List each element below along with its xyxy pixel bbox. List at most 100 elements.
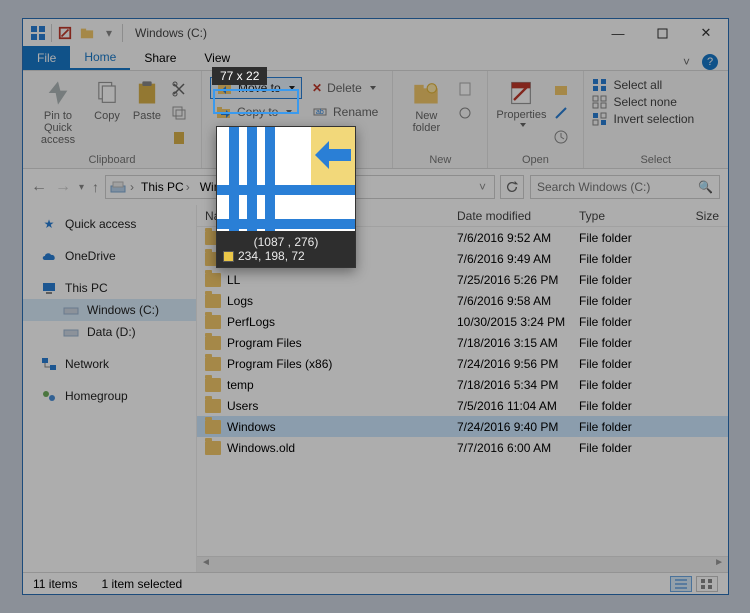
table-row[interactable]: PerfLogs10/30/2015 3:24 PMFile folder bbox=[197, 311, 728, 332]
rename-label: Rename bbox=[333, 105, 378, 119]
rename-button[interactable]: ab Rename bbox=[306, 101, 384, 123]
tab-file[interactable]: File bbox=[23, 46, 70, 70]
file-date: 7/6/2016 9:58 AM bbox=[457, 294, 579, 308]
icons-view-button[interactable] bbox=[696, 576, 718, 592]
sidebar-item-homegroup[interactable]: Homegroup bbox=[23, 385, 196, 407]
pin-to-quick-access-button[interactable]: Pin to Quick access bbox=[31, 75, 85, 152]
file-date: 7/6/2016 9:49 AM bbox=[457, 252, 579, 266]
file-date: 7/5/2016 11:04 AM bbox=[457, 399, 579, 413]
forward-button[interactable]: → bbox=[55, 178, 71, 196]
homegroup-icon bbox=[41, 388, 57, 404]
ribbon-group-open: Properties Open bbox=[487, 71, 582, 168]
ribbon-tabs: File Home Share View ˅ ? bbox=[23, 47, 728, 71]
help-button[interactable]: ? bbox=[702, 54, 718, 70]
up-button[interactable]: ↑ bbox=[92, 179, 99, 195]
folder-icon[interactable] bbox=[78, 24, 96, 42]
search-input[interactable] bbox=[537, 180, 698, 194]
folder-icon bbox=[205, 315, 221, 329]
table-row[interactable]: Windows7/24/2016 9:40 PMFile folder bbox=[197, 416, 728, 437]
sidebar-item-this-pc[interactable]: This PC bbox=[23, 277, 196, 299]
table-row[interactable]: Logs7/6/2016 9:58 AMFile folder bbox=[197, 290, 728, 311]
easy-access-icon[interactable] bbox=[455, 103, 475, 123]
inspector-rgb: 234, 198, 72 bbox=[238, 249, 305, 263]
qat-divider-2 bbox=[122, 24, 123, 42]
table-row[interactable]: Program Files7/18/2016 3:15 AMFile folde… bbox=[197, 332, 728, 353]
table-row[interactable]: temp7/18/2016 5:34 PMFile folder bbox=[197, 374, 728, 395]
explorer-icon bbox=[29, 24, 47, 42]
file-date: 7/18/2016 3:15 AM bbox=[457, 336, 579, 350]
qat-menu-caret[interactable]: ▾ bbox=[100, 24, 118, 42]
inspector-dimension-label: 77 x 22 bbox=[212, 67, 267, 85]
address-dropdown-button[interactable]: ˅ bbox=[479, 180, 490, 194]
window-title: Windows (C:) bbox=[129, 26, 207, 40]
new-folder-button[interactable]: New folder bbox=[401, 75, 451, 152]
properties-icon[interactable] bbox=[56, 24, 74, 42]
file-type: File folder bbox=[579, 315, 675, 329]
copy-to-label: Copy to bbox=[237, 105, 278, 119]
history-icon[interactable] bbox=[551, 127, 571, 147]
edit-icon[interactable] bbox=[551, 103, 571, 123]
delete-button[interactable]: ✕ Delete bbox=[306, 77, 384, 99]
file-type: File folder bbox=[579, 231, 675, 245]
details-view-button[interactable] bbox=[670, 576, 692, 592]
new-group-label: New bbox=[401, 152, 479, 166]
collapse-ribbon-button[interactable]: ˅ bbox=[683, 55, 690, 69]
minimize-button[interactable]: — bbox=[596, 19, 640, 47]
qat-divider bbox=[51, 24, 52, 42]
new-item-icon[interactable] bbox=[455, 79, 475, 99]
file-type: File folder bbox=[579, 252, 675, 266]
file-name: Users bbox=[227, 399, 258, 413]
crumb-this-pc[interactable]: This PC › bbox=[138, 180, 193, 194]
column-size[interactable]: Size bbox=[675, 205, 725, 226]
drive-icon bbox=[63, 324, 79, 340]
close-button[interactable]: ✕ bbox=[684, 19, 728, 47]
table-row[interactable]: Windows.old7/7/2016 6:00 AMFile folder bbox=[197, 437, 728, 458]
sidebar-item-d-drive[interactable]: Data (D:) bbox=[23, 321, 196, 343]
maximize-button[interactable] bbox=[640, 19, 684, 47]
sidebar-item-quick-access[interactable]: ★ Quick access bbox=[23, 213, 196, 235]
status-selection: 1 item selected bbox=[101, 577, 182, 591]
refresh-button[interactable] bbox=[500, 175, 524, 199]
tab-share[interactable]: Share bbox=[130, 46, 190, 70]
table-row[interactable]: Users7/5/2016 11:04 AMFile folder bbox=[197, 395, 728, 416]
open-icon[interactable] bbox=[551, 79, 571, 99]
file-date: 7/24/2016 9:40 PM bbox=[457, 420, 579, 434]
copy-button[interactable]: Copy bbox=[89, 75, 125, 152]
sidebar-item-network[interactable]: Network bbox=[23, 353, 196, 375]
column-type[interactable]: Type bbox=[579, 205, 675, 226]
paste-shortcut-icon[interactable] bbox=[169, 127, 189, 147]
ribbon-group-select: Select all Select none Invert selection … bbox=[583, 71, 729, 168]
copy-path-icon[interactable] bbox=[169, 103, 189, 123]
column-date[interactable]: Date modified bbox=[457, 205, 579, 226]
file-type: File folder bbox=[579, 336, 675, 350]
file-name: LL bbox=[227, 273, 240, 287]
inspector-coords: (1087 , 276) bbox=[223, 235, 349, 249]
tab-home[interactable]: Home bbox=[70, 46, 130, 70]
folder-icon bbox=[205, 336, 221, 350]
search-box[interactable]: 🔍 bbox=[530, 175, 720, 199]
sidebar-item-c-drive[interactable]: Windows (C:) bbox=[23, 299, 196, 321]
copy-to-button[interactable]: Copy to bbox=[210, 101, 302, 123]
invert-selection-button[interactable]: Invert selection bbox=[592, 112, 695, 126]
select-none-button[interactable]: Select none bbox=[592, 95, 695, 109]
delete-label: Delete bbox=[327, 81, 362, 95]
file-name: temp bbox=[227, 378, 254, 392]
drive-icon bbox=[110, 179, 126, 195]
file-date: 7/18/2016 5:34 PM bbox=[457, 378, 579, 392]
horizontal-scrollbar[interactable] bbox=[197, 556, 728, 572]
recent-locations-button[interactable]: ▾ bbox=[79, 182, 84, 193]
cut-icon[interactable] bbox=[169, 79, 189, 99]
table-row[interactable]: Program Files (x86)7/24/2016 9:56 PMFile… bbox=[197, 353, 728, 374]
file-name: Program Files (x86) bbox=[227, 357, 332, 371]
table-row[interactable]: LL7/25/2016 5:26 PMFile folder bbox=[197, 269, 728, 290]
folder-icon bbox=[205, 399, 221, 413]
file-type: File folder bbox=[579, 294, 675, 308]
status-item-count: 11 items bbox=[33, 577, 77, 591]
properties-button[interactable]: Properties bbox=[496, 75, 546, 152]
back-button[interactable]: ← bbox=[31, 178, 47, 196]
paste-button[interactable]: Paste bbox=[129, 75, 165, 152]
delete-icon: ✕ bbox=[312, 81, 322, 95]
star-icon: ★ bbox=[41, 216, 57, 232]
select-all-button[interactable]: Select all bbox=[592, 78, 695, 92]
sidebar-item-onedrive[interactable]: OneDrive bbox=[23, 245, 196, 267]
